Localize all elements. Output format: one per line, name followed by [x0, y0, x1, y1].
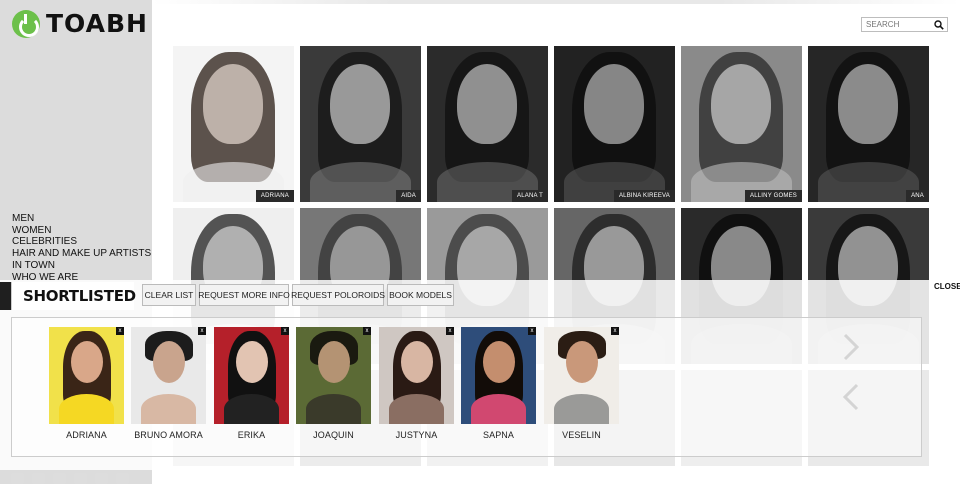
chevron-left-icon[interactable]	[842, 383, 860, 411]
facebook-icon[interactable]	[53, 473, 66, 484]
nav-item-women[interactable]: WOMEN	[12, 225, 151, 237]
clear-list-button[interactable]: CLEAR LIST	[142, 284, 196, 306]
model-tile[interactable]: ANA	[808, 46, 929, 202]
model-photo: x	[131, 327, 206, 424]
shortlist-item[interactable]: x ADRIANA	[49, 327, 124, 440]
social-links	[11, 473, 129, 484]
model-photo: x	[49, 327, 124, 424]
youtube-icon[interactable]	[95, 473, 108, 484]
search-input[interactable]	[862, 18, 932, 31]
close-button[interactable]: CLOSE	[934, 282, 960, 291]
remove-icon[interactable]: x	[281, 327, 289, 335]
shortlist-item-name: BRUNO AMORA	[134, 430, 203, 440]
shortlist-item-name: ERIKA	[237, 430, 266, 440]
nav-item-in-town[interactable]: IN TOWN	[12, 260, 151, 272]
model-name-tag: ANA	[906, 190, 929, 202]
shortlist-item-name: ADRIANA	[66, 430, 107, 440]
shortlist-accent-bar	[0, 282, 11, 310]
edit-icon[interactable]	[32, 473, 45, 484]
remove-icon[interactable]: x	[363, 327, 371, 335]
model-tile[interactable]: ALANA T	[427, 46, 548, 202]
model-tile[interactable]: ALLINY GOMES	[681, 46, 802, 202]
shortlist-item[interactable]: x VESELIN	[544, 327, 619, 440]
shortlist-title-box: SHORTLISTED	[11, 282, 136, 310]
request-more-info-button[interactable]: REQUEST MORE INFO	[198, 284, 290, 306]
model-name-tag: ADRIANA	[255, 190, 294, 202]
shortlist-item-name: VESELIN	[562, 430, 601, 440]
shortlist-item[interactable]: x SAPNA	[461, 327, 536, 440]
email-icon[interactable]	[11, 473, 24, 484]
model-photo: x	[461, 327, 536, 424]
chevron-right-icon[interactable]	[842, 333, 860, 361]
nav-item-men[interactable]: MEN	[12, 213, 151, 225]
book-models-button[interactable]: BOOK MODELS	[387, 284, 454, 306]
twitter-icon[interactable]	[74, 473, 87, 484]
shortlist-item[interactable]: x JUSTYNA	[379, 327, 454, 440]
shortlist-item[interactable]: x ERIKA	[214, 327, 289, 440]
main-nav: MEN WOMEN CELEBRITIES HAIR AND MAKE UP A…	[12, 213, 151, 283]
model-name-tag: ALLINY GOMES	[745, 190, 802, 202]
model-tile[interactable]: ALBINA KIREEVA	[554, 46, 675, 202]
model-name-tag: ALBINA KIREEVA	[613, 190, 675, 202]
request-poloroids-button[interactable]: REQUEST POLOROIDS	[291, 284, 385, 306]
top-divider	[152, 0, 960, 4]
model-tile[interactable]: AIDA	[300, 46, 421, 202]
shortlist-title: SHORTLISTED	[23, 287, 136, 305]
shortlist-item-name: JUSTYNA	[395, 430, 438, 440]
search-icon[interactable]	[934, 20, 944, 30]
model-photo: x	[379, 327, 454, 424]
logo[interactable]: TOABH	[12, 9, 148, 38]
remove-icon[interactable]: x	[198, 327, 206, 335]
nav-item-hair-makeup[interactable]: HAIR AND MAKE UP ARTISTS	[12, 248, 151, 260]
model-tile[interactable]: ADRIANA	[173, 46, 294, 202]
remove-icon[interactable]: x	[116, 327, 124, 335]
model-photo: x	[544, 327, 619, 424]
model-photo: x	[214, 327, 289, 424]
nav-item-celebrities[interactable]: CELEBRITIES	[12, 236, 151, 248]
model-name-tag: AIDA	[396, 190, 421, 202]
remove-icon[interactable]: x	[446, 327, 454, 335]
model-name-tag: ALANA T	[512, 190, 548, 202]
search-box	[861, 17, 948, 32]
brand-name: TOABH	[46, 9, 148, 38]
shortlist-item-name: JOAQUIN	[313, 430, 354, 440]
shortlist-item[interactable]: x JOAQUIN	[296, 327, 371, 440]
power-logo-icon	[12, 9, 40, 38]
shortlist-item-name: SAPNA	[482, 430, 514, 440]
model-photo: x	[296, 327, 371, 424]
rss-icon[interactable]	[116, 473, 129, 484]
remove-icon[interactable]: x	[528, 327, 536, 335]
shortlist-item[interactable]: x BRUNO AMORA	[131, 327, 206, 440]
remove-icon[interactable]: x	[611, 327, 619, 335]
